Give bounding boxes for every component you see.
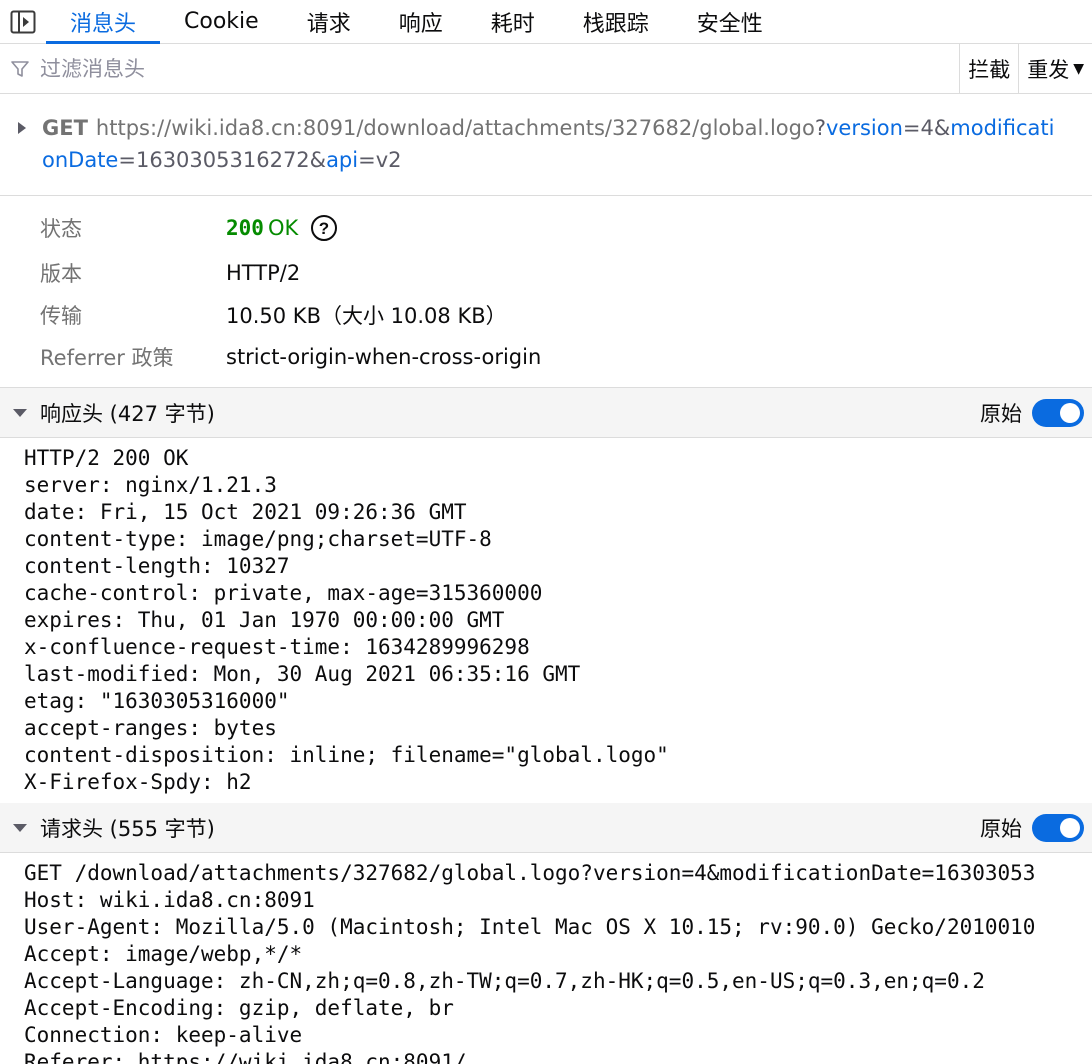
sidebar-toggle-icon (10, 10, 36, 33)
switch-knob (1060, 818, 1080, 838)
response-headers-title: 响应头 (427 字节) (40, 401, 215, 426)
request-headers-title: 请求头 (555 字节) (40, 816, 215, 841)
url-param-value: v2 (375, 148, 402, 172)
url-param-value: 4 (920, 116, 934, 140)
block-button[interactable]: 拦截 (959, 43, 1018, 94)
referrer-policy-value: strict-origin-when-cross-origin (226, 345, 542, 369)
header-line: etag: "1630305316000" (24, 689, 290, 713)
response-headers-section-header[interactable]: 响应头 (427 字节) 原始 (0, 388, 1092, 438)
request-url-row: GET https://wiki.ida8.cn:8091/download/at… (0, 94, 1092, 196)
filter-headers-input[interactable] (40, 48, 960, 89)
status-label: 状态 (40, 217, 82, 241)
expand-triangle-icon[interactable] (16, 118, 28, 138)
collapse-triangle-icon[interactable] (0, 407, 40, 419)
resend-button[interactable]: 重发 ▼ (1018, 43, 1092, 94)
raw-label: 原始 (980, 402, 1022, 426)
raw-switch[interactable] (1032, 814, 1084, 842)
header-line: Accept-Encoding: gzip, deflate, br (24, 996, 454, 1020)
version-value: HTTP/2 (226, 261, 301, 285)
url-param-value: 1630305316272 (135, 148, 310, 172)
request-headers-section-header[interactable]: 请求头 (555 字节) 原始 (0, 803, 1092, 853)
header-line: Host: wiki.ida8.cn:8091 (24, 888, 315, 912)
url-param-key: api (326, 148, 359, 172)
svg-text:?: ? (319, 219, 329, 238)
header-line: content-type: image/png;charset=UTF-8 (24, 527, 492, 551)
header-line: X-Firefox-Spdy: h2 (24, 770, 252, 794)
url-param-eq: = (902, 116, 921, 140)
tab-headers[interactable]: 消息头 (46, 0, 161, 44)
chevron-down-icon: ▼ (1073, 60, 1084, 77)
header-line: server: nginx/1.21.3 (24, 473, 277, 497)
status-code: 200 (226, 216, 264, 240)
request-headers-raw[interactable]: GET /download/attachments/327682/global.… (24, 860, 1078, 1064)
raw-switch[interactable] (1032, 399, 1084, 427)
header-line: cache-control: private, max-age=31536000… (24, 581, 543, 605)
request-url[interactable]: https://wiki.ida8.cn:8091/download/attac… (42, 116, 1054, 172)
resend-button-label: 重发 (1027, 57, 1070, 82)
switch-knob (1060, 403, 1080, 423)
header-line: date: Fri, 15 Oct 2021 09:26:36 GMT (24, 500, 467, 524)
details-tab-bar: 消息头 Cookie 请求 响应 耗时 栈跟踪 安全性 (0, 0, 1092, 44)
block-button-label: 拦截 (968, 57, 1011, 82)
url-param-eq: = (358, 148, 376, 172)
header-line: x-confluence-request-time: 1634289996298 (24, 635, 530, 659)
header-line: Referer: https://wiki.ida8.cn:8091/ (24, 1050, 467, 1064)
header-line: expires: Thu, 01 Jan 1970 00:00:00 GMT (24, 608, 505, 632)
help-icon[interactable]: ? (310, 214, 338, 242)
url-param-sep: & (309, 148, 327, 172)
transfer-value: 10.50 KB（大小 10.08 KB） (226, 304, 507, 328)
header-line: Accept: image/webp,*/* (24, 942, 303, 966)
raw-label: 原始 (980, 817, 1022, 841)
headers-filter-bar: 拦截 重发▼ (0, 43, 1092, 94)
url-param-sep: & (933, 116, 951, 140)
tab-security[interactable]: 安全性 (673, 0, 787, 43)
header-line: Connection: keep-alive (24, 1023, 303, 1047)
tab-stack-trace[interactable]: 栈跟踪 (559, 0, 673, 43)
response-headers-raw[interactable]: HTTP/2 200 OK server: nginx/1.21.3 date: F… (24, 445, 1078, 797)
tab-cookies[interactable]: Cookie (160, 0, 283, 43)
collapse-triangle-icon[interactable] (0, 822, 40, 834)
toggle-sidebar-button[interactable] (0, 0, 46, 43)
request-summary: 状态 200 OK ? 版本 HTTP/2 传输 10.50 KB（大小 10.… (0, 196, 1092, 388)
header-line: content-disposition: inline; filename="g… (24, 743, 669, 767)
header-line: Accept-Language: zh-CN,zh;q=0.8,zh-TW;q=… (24, 969, 985, 993)
tab-response[interactable]: 响应 (375, 0, 467, 43)
request-raw-toggle[interactable]: 原始 (980, 803, 1084, 853)
referrer-policy-label: Referrer 政策 (40, 346, 174, 370)
status-text: OK (267, 216, 299, 240)
version-label: 版本 (40, 262, 82, 286)
status-value: 200 OK ? (226, 214, 338, 242)
filter-icon (0, 44, 40, 94)
response-raw-toggle[interactable]: 原始 (980, 388, 1084, 438)
tab-request[interactable]: 请求 (283, 0, 375, 43)
url-base: https://wiki.ida8.cn:8091/download/attac… (95, 116, 815, 140)
url-param-key: version (826, 116, 903, 140)
header-line: User-Agent: Mozilla/5.0 (Macintosh; Inte… (24, 915, 1036, 939)
url-param-sep: ? (814, 116, 826, 140)
header-line: accept-ranges: bytes (24, 716, 277, 740)
header-line: last-modified: Mon, 30 Aug 2021 06:35:16… (24, 662, 581, 686)
header-line: content-length: 10327 (24, 554, 290, 578)
request-method: GET (42, 116, 88, 140)
tab-timings[interactable]: 耗时 (467, 0, 559, 43)
url-param-eq: = (118, 148, 136, 172)
header-line: HTTP/2 200 OK (24, 446, 189, 470)
header-line: GET /download/attachments/327682/global.… (24, 861, 1036, 885)
transfer-label: 传输 (40, 304, 82, 328)
